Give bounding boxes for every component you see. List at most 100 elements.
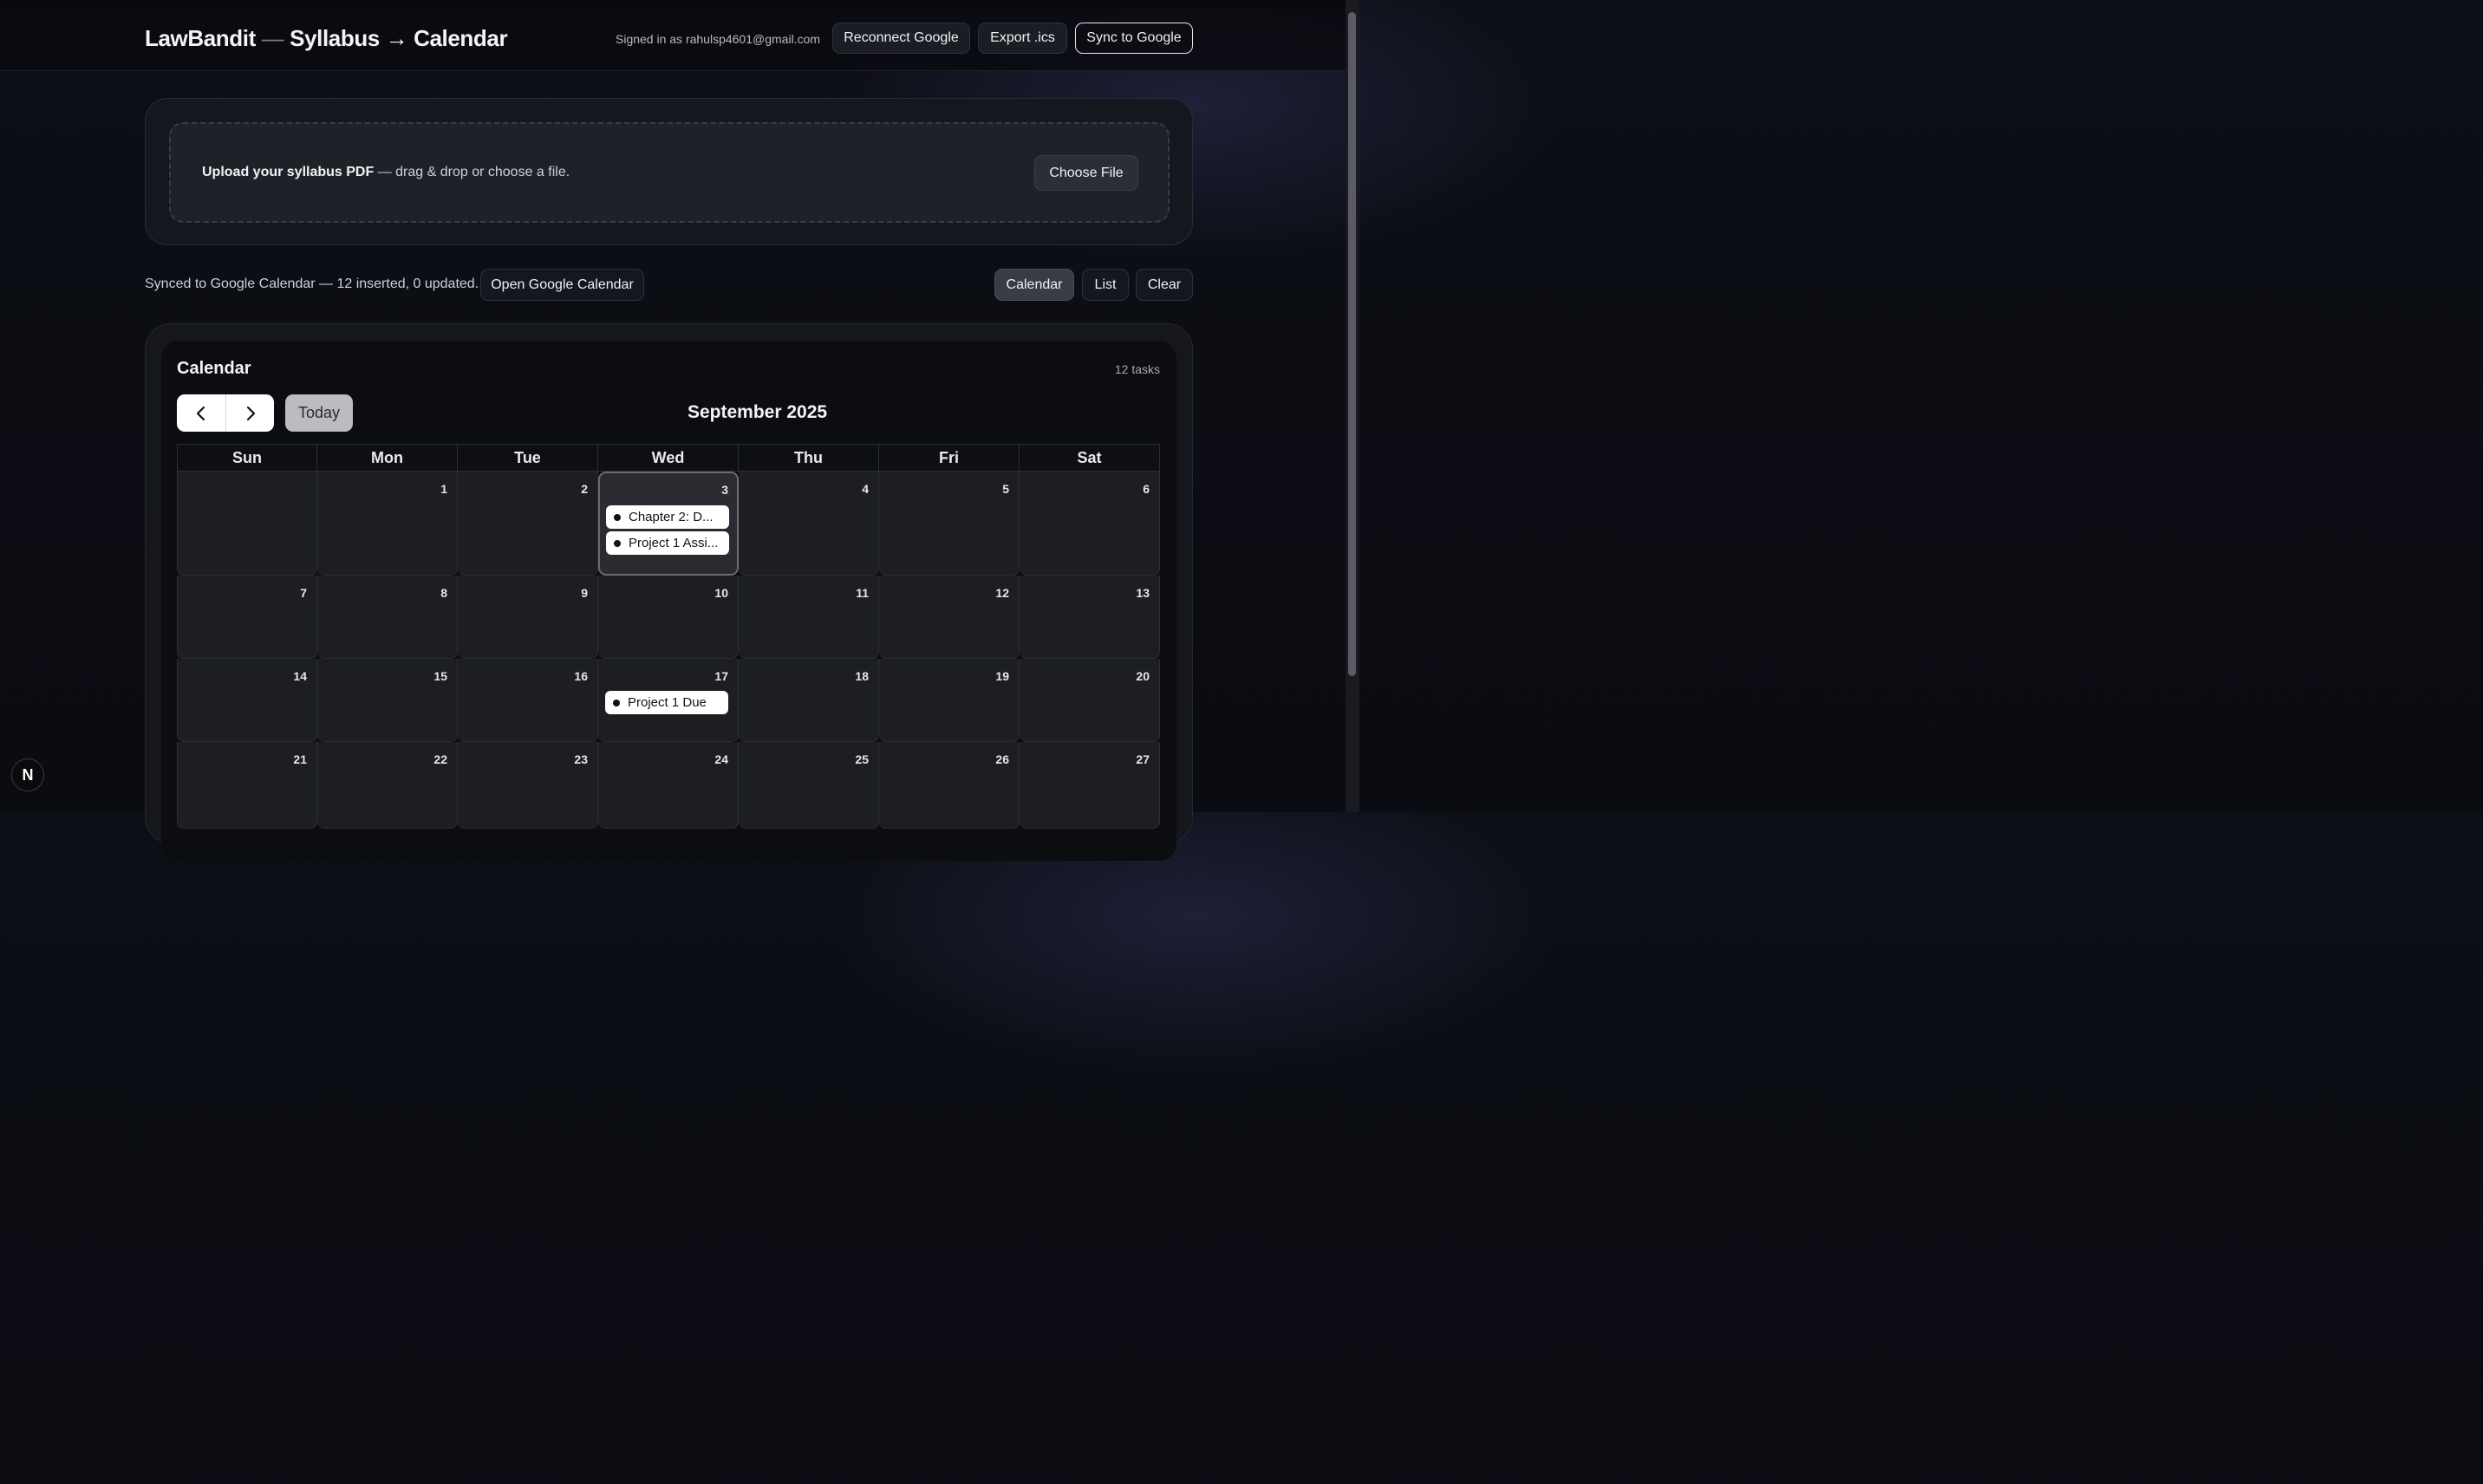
list-view-button[interactable]: List [1082, 269, 1129, 301]
brand-separator: — [261, 25, 284, 51]
export-ics-button[interactable]: Export .ics [978, 23, 1067, 54]
brand-name: LawBandit [145, 25, 256, 51]
weekday-mon: Mon [317, 444, 458, 472]
day-cell[interactable]: 12 [879, 576, 1020, 659]
calendar-week: 7 8 9 10 11 12 13 [177, 576, 1160, 659]
day-number: 12 [995, 586, 1009, 600]
day-cell-today[interactable]: 3 Chapter 2: D... Project 1 Assi... [598, 472, 739, 576]
day-number: 26 [995, 752, 1009, 766]
day-number: 7 [300, 586, 307, 600]
calendar-grid: Sun Mon Tue Wed Thu Fri Sat 1 2 3 Chapter 2: D...… [177, 444, 1160, 829]
day-number: 16 [574, 669, 588, 683]
day-cell[interactable]: 27 [1020, 742, 1160, 829]
event-title: Project 1 Assi... [629, 536, 719, 550]
day-number: 3 [721, 483, 728, 497]
month-nav [177, 394, 274, 432]
task-count: 12 tasks [1114, 362, 1160, 376]
open-google-calendar-button[interactable]: Open Google Calendar [480, 269, 644, 301]
chevron-right-icon [246, 406, 255, 420]
day-number: 2 [581, 482, 588, 496]
day-number: 25 [855, 752, 869, 766]
weekday-header: Sun Mon Tue Wed Thu Fri Sat [177, 444, 1160, 472]
upload-card: Upload your syllabus PDF — drag & drop o… [145, 98, 1193, 245]
day-number: 15 [433, 669, 447, 683]
day-cell[interactable]: 15 [317, 659, 458, 742]
signed-in-text: Signed in as rahulsp4601@gmail.com [616, 32, 821, 46]
weekday-thu: Thu [739, 444, 879, 472]
next-month-button[interactable] [225, 394, 274, 432]
day-number: 18 [855, 669, 869, 683]
event-chip[interactable]: Project 1 Assi... [606, 531, 729, 555]
app-title: LawBandit — Syllabus → Calendar [145, 25, 508, 52]
day-cell[interactable]: 17 Project 1 Due [598, 659, 739, 742]
day-cell[interactable]: 6 [1020, 472, 1160, 576]
today-button[interactable]: Today [285, 394, 353, 432]
day-number: 6 [1143, 482, 1150, 496]
sync-to-google-button[interactable]: Sync to Google [1075, 23, 1193, 54]
prev-month-button[interactable] [177, 394, 225, 432]
day-number: 14 [293, 669, 307, 683]
event-title: Project 1 Due [628, 695, 707, 710]
scrollbar-thumb[interactable] [1348, 12, 1356, 676]
day-cell[interactable]: 24 [598, 742, 739, 829]
day-cell[interactable]: 10 [598, 576, 739, 659]
day-number: 8 [440, 586, 447, 600]
app-header: LawBandit — Syllabus → Calendar Signed i… [0, 8, 1346, 71]
day-cell[interactable]: 1 [317, 472, 458, 576]
day-number: 11 [856, 586, 869, 600]
day-cell[interactable]: 25 [739, 742, 879, 829]
weekday-tue: Tue [458, 444, 598, 472]
calendar-week: 1 2 3 Chapter 2: D... Project 1 Assi... 4 5 6 [177, 472, 1160, 576]
day-number: 27 [1136, 752, 1150, 766]
day-cell[interactable]: 4 [739, 472, 879, 576]
day-cell[interactable]: 26 [879, 742, 1020, 829]
event-dot-icon [613, 699, 620, 706]
day-number: 4 [862, 482, 869, 496]
day-cell[interactable]: 8 [317, 576, 458, 659]
calendar-title: Calendar [177, 359, 251, 378]
day-number: 5 [1002, 482, 1009, 496]
day-number: 23 [574, 752, 588, 766]
day-cell[interactable]: 16 [458, 659, 598, 742]
day-cell[interactable]: 9 [458, 576, 598, 659]
day-cell[interactable]: 11 [739, 576, 879, 659]
choose-file-button[interactable]: Choose File [1034, 155, 1138, 191]
day-number: 1 [440, 482, 447, 496]
event-chip[interactable]: Project 1 Due [605, 691, 728, 714]
day-cell[interactable]: 5 [879, 472, 1020, 576]
event-dot-icon [614, 539, 621, 547]
day-cell[interactable]: 18 [739, 659, 879, 742]
day-cell[interactable]: 7 [177, 576, 317, 659]
dev-badge[interactable]: N [11, 758, 44, 791]
day-cell[interactable]: 13 [1020, 576, 1160, 659]
day-cell[interactable]: 19 [879, 659, 1020, 742]
day-cell[interactable]: 23 [458, 742, 598, 829]
brand-subtitle: Syllabus → Calendar [290, 25, 508, 51]
weekday-wed: Wed [598, 444, 739, 472]
upload-instructions: Upload your syllabus PDF — drag & drop o… [202, 165, 570, 180]
day-cell[interactable]: 14 [177, 659, 317, 742]
event-dot-icon [614, 513, 621, 521]
calendar-week: 14 15 16 17 Project 1 Due 18 19 20 [177, 659, 1160, 742]
weekday-sun: Sun [177, 444, 317, 472]
upload-hint: — drag & drop or choose a file. [374, 165, 570, 179]
day-cell[interactable]: 2 [458, 472, 598, 576]
clear-button[interactable]: Clear [1136, 269, 1193, 301]
day-cell[interactable]: 20 [1020, 659, 1160, 742]
day-number: 19 [995, 669, 1009, 683]
event-chip[interactable]: Chapter 2: D... [606, 505, 729, 529]
day-number: 22 [433, 752, 447, 766]
day-number: 13 [1136, 586, 1150, 600]
reconnect-google-button[interactable]: Reconnect Google [832, 23, 970, 54]
top-strip [0, 0, 1359, 8]
day-cell[interactable]: 22 [317, 742, 458, 829]
weekday-fri: Fri [879, 444, 1020, 472]
day-number: 24 [714, 752, 728, 766]
weekday-sat: Sat [1020, 444, 1160, 472]
day-cell[interactable]: 21 [177, 742, 317, 829]
calendar-view-button[interactable]: Calendar [994, 269, 1074, 301]
day-cell[interactable] [177, 472, 317, 576]
day-number: 21 [293, 752, 307, 766]
sync-status: Synced to Google Calendar — 12 inserted,… [145, 277, 479, 291]
pdf-dropzone[interactable]: Upload your syllabus PDF — drag & drop o… [169, 122, 1170, 223]
